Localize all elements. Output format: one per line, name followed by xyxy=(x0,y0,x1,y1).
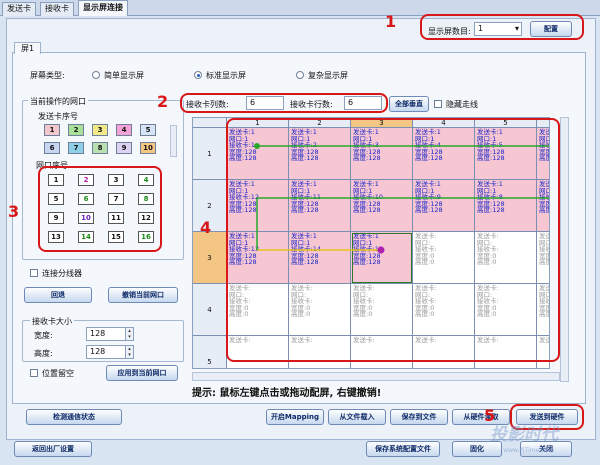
detect-status-button[interactable]: 检测通信状态 xyxy=(26,409,122,425)
sender-card-3[interactable]: 3 xyxy=(92,124,108,136)
sender-card-5[interactable]: 5 xyxy=(140,124,156,136)
rows-input[interactable]: 6 xyxy=(344,96,382,110)
undo-current-port-button[interactable]: 撤销当前网口 xyxy=(108,287,178,303)
width-value: 128 xyxy=(90,329,106,338)
radio-simple-screen[interactable] xyxy=(92,71,100,79)
sender-card-1[interactable]: 1 xyxy=(44,124,60,136)
reserve-position-label: 位置留空 xyxy=(42,369,74,378)
back-button[interactable]: 回退 xyxy=(24,287,92,303)
height-spinner[interactable]: ▴ ▾ xyxy=(125,346,133,358)
tab-screen-1[interactable]: 屏1 xyxy=(14,42,42,54)
reserve-position-checkbox[interactable] xyxy=(30,369,38,377)
apply-current-port-button[interactable]: 应用到当前网口 xyxy=(106,365,178,381)
annotation-3: 3 xyxy=(8,202,20,221)
connect-splitter-label: 连接分线器 xyxy=(42,269,82,278)
watermark-url: www.PjTime.com xyxy=(503,447,554,454)
load-file-button[interactable]: 从文件载入 xyxy=(328,409,386,425)
grid-horizontal-scrollbar[interactable] xyxy=(192,372,560,381)
sender-card-7[interactable]: 7 xyxy=(68,142,84,154)
radio-standard-screen[interactable] xyxy=(194,71,202,79)
save-file-button[interactable]: 保存到文件 xyxy=(390,409,448,425)
height-input[interactable]: 128 ▴ ▾ xyxy=(86,345,134,359)
radio-complex-screen[interactable] xyxy=(296,71,304,79)
sender-card-2[interactable]: 2 xyxy=(68,124,84,136)
height-label: 高度: xyxy=(34,349,53,358)
radio-complex-label: 复杂显示屏 xyxy=(308,71,348,80)
sender-card-9[interactable]: 9 xyxy=(116,142,132,154)
grid-row-header: 4 xyxy=(193,284,227,336)
factory-reset-button[interactable]: 返回出厂设置 xyxy=(14,441,92,457)
hint-text: 提示: 鼠标左键点击或拖动配屏, 右键撤销! xyxy=(192,388,382,399)
screen-type-label: 屏幕类型: xyxy=(30,71,65,80)
width-label: 宽度: xyxy=(34,331,53,340)
sender-card-8[interactable]: 8 xyxy=(92,142,108,154)
height-value: 128 xyxy=(90,347,106,356)
mapping-button[interactable]: 开启Mapping xyxy=(266,409,324,425)
annotation-1: 1 xyxy=(385,12,397,31)
grid-row-header: 3 xyxy=(193,232,227,284)
annotation-frame-4 xyxy=(226,118,560,362)
annotation-frame-1 xyxy=(420,14,584,40)
grid-row-header: 1 xyxy=(193,128,227,180)
annotation-2: 2 xyxy=(157,92,169,111)
cols-input[interactable]: 6 xyxy=(246,96,284,110)
hide-route-checkbox[interactable] xyxy=(434,100,442,108)
annotation-frame-3 xyxy=(38,166,162,252)
radio-standard-label: 标准显示屏 xyxy=(206,71,246,80)
grid-row-header: 5 xyxy=(193,336,227,368)
tab-screen-connection[interactable]: 显示屏连接 xyxy=(78,0,128,16)
width-input[interactable]: 128 ▴ ▾ xyxy=(86,327,134,341)
grid-col-header xyxy=(193,118,227,128)
watermark-logo: 投影时代 xyxy=(490,425,558,445)
tab-sender-card[interactable]: 发送卡 xyxy=(2,2,36,16)
sender-scrollbar[interactable] xyxy=(170,125,177,157)
select-all-vertical-button[interactable]: 全部垂直 xyxy=(389,96,429,112)
rows-label: 接收卡行数: xyxy=(290,100,333,109)
tab-receiver-card[interactable]: 接收卡 xyxy=(40,2,74,16)
connect-splitter-checkbox[interactable] xyxy=(30,269,38,277)
current-port-title: 当前操作的网口 xyxy=(28,96,88,107)
sender-card-4[interactable]: 4 xyxy=(116,124,132,136)
annotation-4: 4 xyxy=(200,218,212,237)
card-size-label: 接收卡大小 xyxy=(30,316,74,327)
sender-card-10[interactable]: 10 xyxy=(140,142,156,154)
save-system-config-button[interactable]: 保存系统配置文件 xyxy=(366,441,440,457)
width-spinner[interactable]: ▴ ▾ xyxy=(125,328,133,340)
cols-label: 接收卡列数: xyxy=(186,100,229,109)
sender-index-label: 发送卡序号 xyxy=(38,112,78,121)
hide-route-label: 隐藏走线 xyxy=(446,100,478,109)
sender-card-6[interactable]: 6 xyxy=(44,142,60,154)
radio-simple-label: 简单显示屏 xyxy=(104,71,144,80)
grid-vertical-scrollbar[interactable] xyxy=(560,117,569,382)
